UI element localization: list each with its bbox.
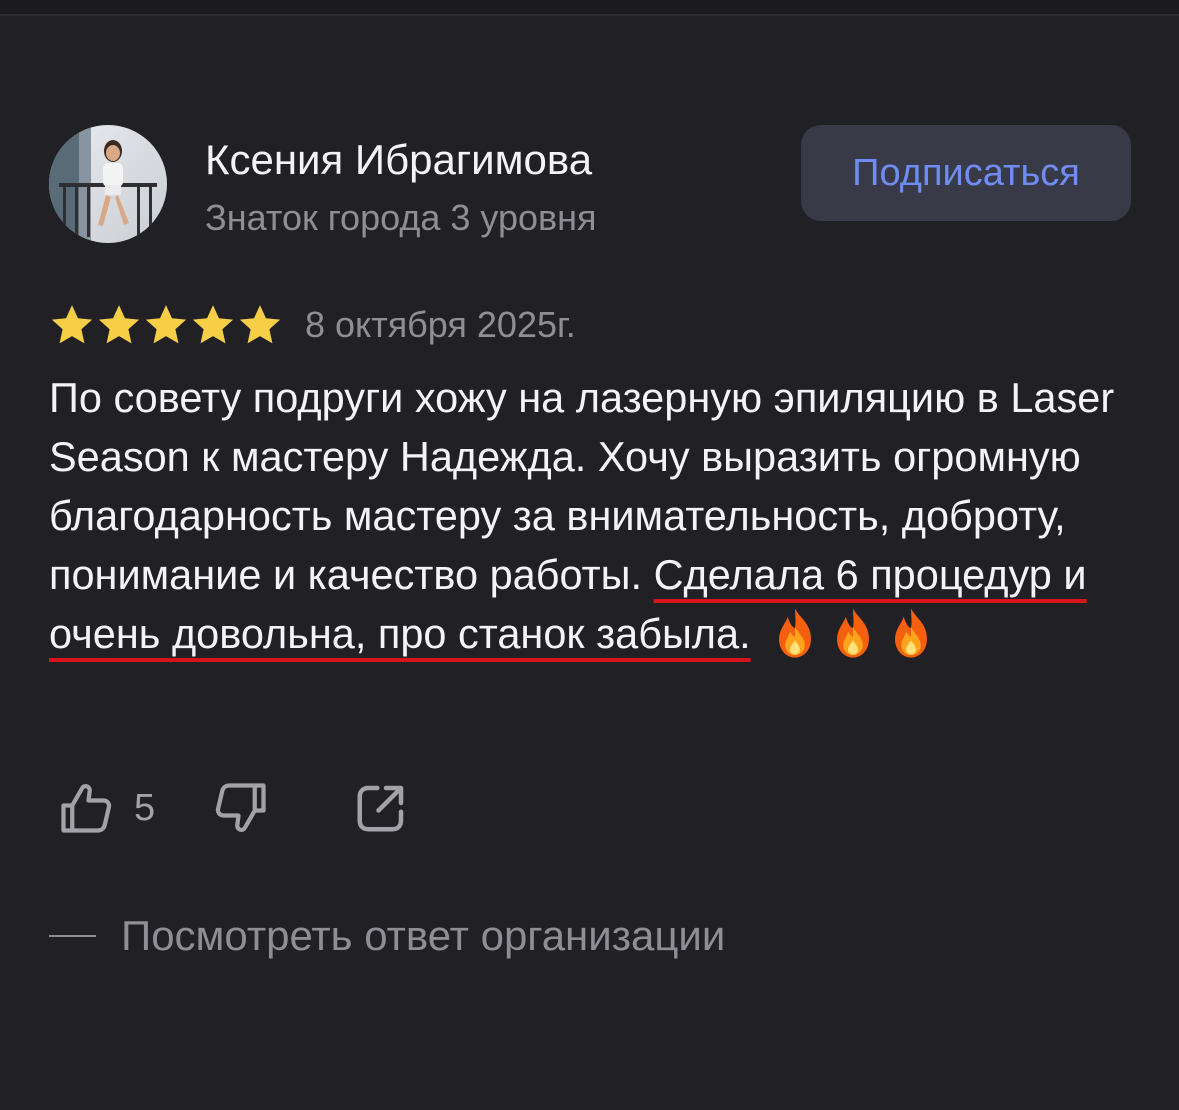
star-icon xyxy=(51,305,93,344)
like-count: 5 xyxy=(134,786,156,829)
author-name[interactable]: Ксения Ибрагимова xyxy=(205,136,592,184)
fire-icon xyxy=(779,608,812,658)
review-actions: 5 xyxy=(56,776,411,840)
subscribe-button[interactable]: Подписаться xyxy=(801,125,1131,221)
star-icon xyxy=(239,305,281,344)
rating-row: 8 октября 2025г. xyxy=(49,300,576,350)
avatar-photo xyxy=(49,125,167,243)
view-org-reply-link[interactable]: Посмотреть ответ организации xyxy=(49,906,725,966)
review-date: 8 октября 2025г. xyxy=(305,304,576,345)
share-icon[interactable] xyxy=(351,778,411,838)
star-icon xyxy=(145,305,187,344)
author-level: Знаток города 3 уровня xyxy=(205,197,597,238)
fire-icon xyxy=(895,608,928,658)
dash-divider xyxy=(49,935,96,937)
avatar[interactable] xyxy=(49,125,167,243)
star-icon xyxy=(98,305,140,344)
thumbs-down-icon[interactable] xyxy=(211,778,271,838)
fire-icon xyxy=(837,608,870,658)
star-icon xyxy=(192,305,234,344)
top-divider xyxy=(0,0,1179,16)
review-text: По совету подруги хожу на лазерную эпиля… xyxy=(49,368,1149,663)
thumbs-up-icon[interactable] xyxy=(56,778,116,838)
org-reply-label: Посмотреть ответ организации xyxy=(121,912,726,959)
rating-stars xyxy=(49,302,283,348)
